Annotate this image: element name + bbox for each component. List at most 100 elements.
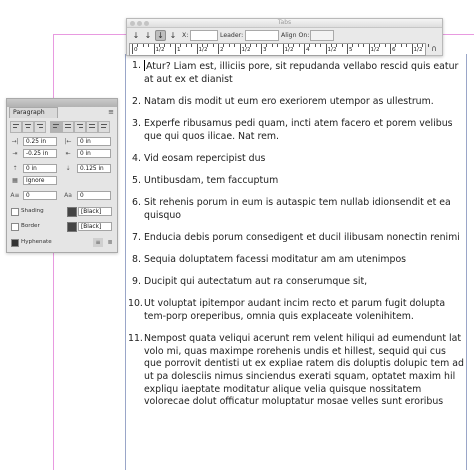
left-justified-tab-icon[interactable]: ↓	[131, 31, 141, 41]
ruler-tick	[282, 44, 284, 54]
drop-cap-chars-field[interactable]: 0	[77, 191, 111, 200]
hamburger-icon[interactable]: ≡	[108, 108, 114, 116]
ruler-tick	[411, 44, 413, 54]
border-color-select[interactable]: [Black]	[78, 222, 112, 231]
align-to-grid-icon: ▦	[12, 177, 18, 184]
ruler-minor-tick	[314, 44, 316, 47]
text-frame[interactable]: 1. Atur? Liam est, illiciis pore, sit rep…	[128, 60, 464, 418]
list-item-text: Vid eosam repercipist dus	[144, 152, 266, 164]
hyphenate-checkbox[interactable]	[11, 239, 19, 247]
magnet-icon[interactable]: ∩	[429, 44, 439, 54]
tab-paragraph[interactable]: Paragraph	[9, 107, 58, 118]
space-before-icon: ⇡	[12, 165, 18, 172]
ruler-label: 1	[177, 47, 181, 53]
list-item-text: Atur? Liam est, illiciis pore, sit repud…	[144, 61, 459, 85]
ruler-minor-tick	[363, 44, 365, 47]
space-after-field[interactable]: 0.125 in	[77, 164, 111, 173]
leader-field[interactable]	[245, 30, 279, 41]
list-item-number: 3.	[132, 117, 141, 129]
shading-swatch[interactable]	[67, 207, 77, 217]
left-indent-icon: →|	[11, 138, 19, 145]
leader-label: Leader:	[220, 32, 244, 39]
text-cursor	[144, 60, 145, 71]
first-line-indent-field[interactable]: -0.25 in	[23, 149, 57, 158]
ruler-tick	[304, 44, 305, 54]
ruler-minor-tick	[271, 44, 273, 47]
align-on-label: Align On:	[281, 32, 310, 39]
balance-lines-icon[interactable]: ≡	[93, 238, 103, 247]
justify-right-icon[interactable]	[74, 121, 86, 133]
align-towards-spine-icon[interactable]	[98, 121, 110, 133]
list-item-number: 8.	[132, 254, 141, 266]
ruler-label: 1/2	[327, 47, 337, 53]
ruler-minor-tick	[148, 44, 150, 47]
align-center-icon[interactable]	[22, 121, 34, 133]
border-checkbox[interactable]	[11, 223, 19, 231]
list-item-number: 6.	[132, 197, 141, 209]
border-color-value: [Black]	[81, 224, 102, 230]
ruler-minor-tick	[255, 44, 257, 47]
list-item: 11. Nempost quata veliqui acerunt rem vel…	[128, 333, 464, 409]
ruler-minor-tick	[169, 44, 171, 47]
list-item: 2. Natam dis modit ut eum ero exeriorem u…	[128, 96, 464, 109]
ruler-tick	[368, 44, 370, 54]
border-label: Border	[21, 223, 40, 229]
ruler-minor-tick	[341, 44, 343, 47]
right-justified-tab-icon[interactable]: ↓	[155, 30, 166, 41]
right-indent-icon: |←	[64, 138, 72, 145]
last-line-right-indent-field[interactable]: 0 in	[77, 149, 111, 158]
list-item: 8. Sequia doluptatem facessi moditatur am…	[128, 254, 464, 267]
paragraph-panel[interactable]: Paragraph ≡ →| 0.25 in |← 0 in ⇥ -0.25 i…	[6, 98, 118, 253]
ruler-minor-tick	[406, 44, 408, 47]
ruler-label: 5	[349, 47, 353, 53]
shading-checkbox[interactable]	[11, 208, 19, 216]
shading-color-select[interactable]: [Black]	[78, 207, 112, 216]
text-frame-left-edge	[125, 54, 126, 470]
center-justified-tab-icon[interactable]: ↓	[143, 31, 153, 41]
tabs-panel-titlebar[interactable]: Tabs	[127, 19, 442, 28]
list-item: 7. Enducia debis porum consedigent et duc…	[128, 232, 464, 245]
align-on-field[interactable]	[310, 30, 334, 41]
drop-cap-lines-field[interactable]: 0	[23, 191, 57, 200]
ruler-tick	[196, 44, 198, 54]
list-item: 4. Vid eosam repercipist dus	[128, 153, 464, 166]
list-item: 5. Untibusdam, tem faccuptum	[128, 175, 464, 188]
list-item-number: 1.	[132, 60, 141, 71]
align-right-icon[interactable]	[34, 121, 46, 133]
ruler-minor-tick	[185, 44, 187, 47]
hyphenation-zone-icon[interactable]: ≣	[105, 238, 115, 247]
ruler-tick	[325, 44, 327, 54]
list-item: 3. Experfe ribusamus pedi quam, incti ate…	[128, 118, 464, 143]
list-item-number: 10.	[128, 298, 143, 310]
align-to-grid-select[interactable]: Ignore	[23, 176, 57, 185]
tab-ruler[interactable]: 0 1/2 1 1/2 2 1/2 3 1/2 4 1/2 5 1/2 6 1/2	[129, 43, 429, 56]
ruler-tick	[347, 44, 348, 54]
tabs-panel[interactable]: Tabs ↓ ↓ ↓ ↓ X: Leader: Align On: 0 1/2 1 1…	[126, 18, 443, 56]
list-item-text: Enducia debis porum consedigent et ducil…	[144, 231, 460, 243]
ruler-minor-tick	[191, 44, 193, 47]
list-item-number: 4.	[132, 152, 141, 164]
x-position-field[interactable]	[190, 30, 218, 41]
alignment-buttons	[10, 121, 114, 133]
ruler-label: 1/2	[241, 47, 251, 53]
border-swatch[interactable]	[67, 222, 77, 232]
list-item-number: 5.	[132, 174, 141, 186]
x-label: X:	[182, 32, 189, 39]
space-before-field[interactable]: 0 in	[23, 164, 57, 173]
left-indent-field[interactable]: 0.25 in	[23, 137, 57, 146]
drop-cap-lines-icon: A≡	[10, 192, 20, 199]
last-line-indent-icon: ⇤	[65, 150, 71, 157]
right-indent-field[interactable]: 0 in	[77, 137, 111, 146]
ruler-minor-tick	[228, 44, 230, 47]
justify-all-icon[interactable]	[86, 121, 98, 133]
align-to-decimal-tab-icon[interactable]: ↓	[168, 31, 178, 41]
justify-left-icon[interactable]	[50, 121, 62, 133]
list-item: 9. Ducipit qui autectatum aut ra conserum…	[128, 276, 464, 289]
ruler-label: 1/2	[198, 47, 208, 53]
paragraph-panel-titlebar[interactable]	[7, 99, 117, 107]
drop-cap-chars-icon: Aa	[64, 192, 72, 199]
align-left-icon[interactable]	[10, 121, 22, 133]
justify-center-icon[interactable]	[62, 121, 74, 133]
ruler-label: 1/2	[284, 47, 294, 53]
list-item-number: 9.	[132, 276, 141, 288]
